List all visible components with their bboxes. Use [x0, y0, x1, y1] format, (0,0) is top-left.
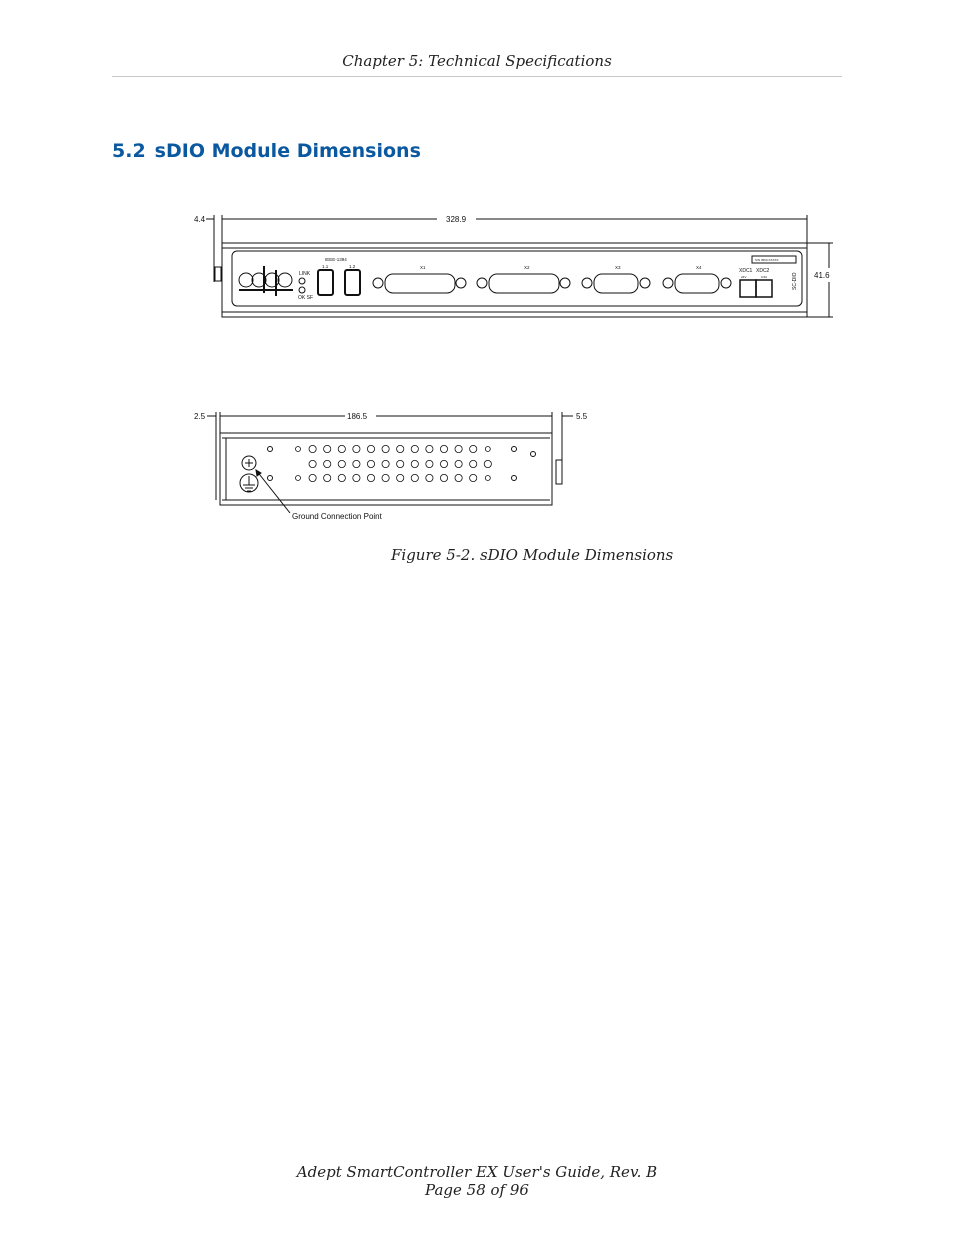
front-view: 4.4 328.9 41.6 LINK OK SF IEEE-1394 1.1 … [194, 215, 833, 318]
page-footer: Adept SmartController EX User's Guide, R… [0, 1163, 954, 1199]
link-led [298, 277, 306, 285]
vent-hole [410, 444, 419, 453]
dim-offset-label: 4.4 [194, 215, 206, 224]
sc-dio-label: SC-DIO [792, 272, 798, 290]
vent-hole [439, 459, 448, 468]
vent-hole [323, 459, 332, 468]
side-view: 2.5 186.5 5.5 Ground Connection Point [194, 412, 588, 521]
dim-right-label: 5.5 [576, 412, 588, 421]
vent-hole [308, 473, 317, 482]
vent-hole [484, 446, 491, 452]
vent-hole [396, 444, 405, 453]
figure-caption: Figure 5-2. sDIO Module Dimensions [391, 546, 674, 564]
connector-x3 [581, 273, 651, 294]
vent-hole [410, 459, 419, 468]
vent-hole [454, 444, 463, 453]
vent-hole [469, 444, 478, 453]
xdc2-label: XDC2 [756, 268, 770, 274]
vent-hole [469, 473, 478, 482]
vent-hole [410, 473, 419, 482]
vent-hole [425, 459, 434, 468]
ground-screw-icon [241, 455, 257, 471]
connector-x2 [476, 273, 571, 294]
status-led [298, 286, 306, 294]
vent-hole [484, 475, 491, 481]
vent-hole [425, 444, 434, 453]
footer-title: Adept SmartController EX User's Guide, R… [296, 1163, 658, 1181]
vent-hole [366, 459, 375, 468]
vent-hole [308, 444, 317, 453]
vent-hole [381, 444, 390, 453]
dim-width-label: 328.9 [446, 215, 467, 224]
vent-hole [483, 459, 492, 468]
vent-hole [469, 459, 478, 468]
vent-hole [323, 444, 332, 453]
ground-leader-line [255, 469, 291, 514]
port1-label: 1.1 [322, 264, 329, 269]
xdc1-label: XDC1 [739, 268, 753, 274]
vent-hole [337, 473, 346, 482]
vent-hole [366, 473, 375, 482]
adept-logo [238, 266, 293, 296]
vent-hole [323, 473, 332, 482]
link-label: LINK [299, 271, 311, 277]
current-label: 0.5A [761, 275, 767, 279]
vent-hole [381, 459, 390, 468]
connector-x4 [662, 273, 732, 294]
vent-hole [295, 475, 301, 481]
xdc1-connector [739, 279, 757, 298]
dimension-drawing: 4.4 328.9 41.6 LINK OK SF IEEE-1394 1.1 … [194, 215, 833, 521]
vent-holes [295, 444, 492, 482]
vent-hole [308, 459, 317, 468]
dim-width-label: 186.5 [347, 412, 368, 421]
vent-hole [352, 444, 361, 453]
xdc2-connector [755, 279, 773, 298]
ieee-label: IEEE-1394 [325, 257, 347, 262]
x1-label: X1 [420, 265, 426, 270]
x4-label: X4 [696, 265, 702, 270]
vent-hole [454, 459, 463, 468]
vent-hole [337, 444, 346, 453]
vent-hole [381, 473, 390, 482]
connector-x1 [372, 273, 467, 294]
vent-hole [352, 473, 361, 482]
x3-label: X3 [615, 265, 621, 270]
vent-hole [396, 473, 405, 482]
port2-label: 1.2 [349, 264, 356, 269]
vent-hole [337, 459, 346, 468]
ieee1394-port-2 [344, 269, 361, 296]
vent-hole [295, 446, 301, 452]
x2-label: X2 [524, 265, 530, 270]
vent-hole [396, 459, 405, 468]
dim-height-label: 41.6 [814, 271, 830, 280]
vent-hole [439, 444, 448, 453]
ground-symbol-icon [239, 473, 259, 493]
dim-left-label: 2.5 [194, 412, 206, 421]
document-page: Chapter 5: Technical Specifications 5.2 s… [0, 0, 954, 1235]
24v-label: 24V [741, 275, 746, 279]
footer-page-number: Page 58 of 96 [425, 1181, 529, 1199]
serial-label: S/N 3563-XXXXX [755, 258, 779, 262]
vent-hole [425, 473, 434, 482]
vent-hole [366, 444, 375, 453]
vent-hole [439, 473, 448, 482]
ok-sf-label: OK SF [298, 295, 313, 301]
vent-hole [454, 473, 463, 482]
vent-hole [352, 459, 361, 468]
ground-connection-label: Ground Connection Point [292, 512, 383, 521]
ieee1394-port-1 [317, 269, 334, 296]
